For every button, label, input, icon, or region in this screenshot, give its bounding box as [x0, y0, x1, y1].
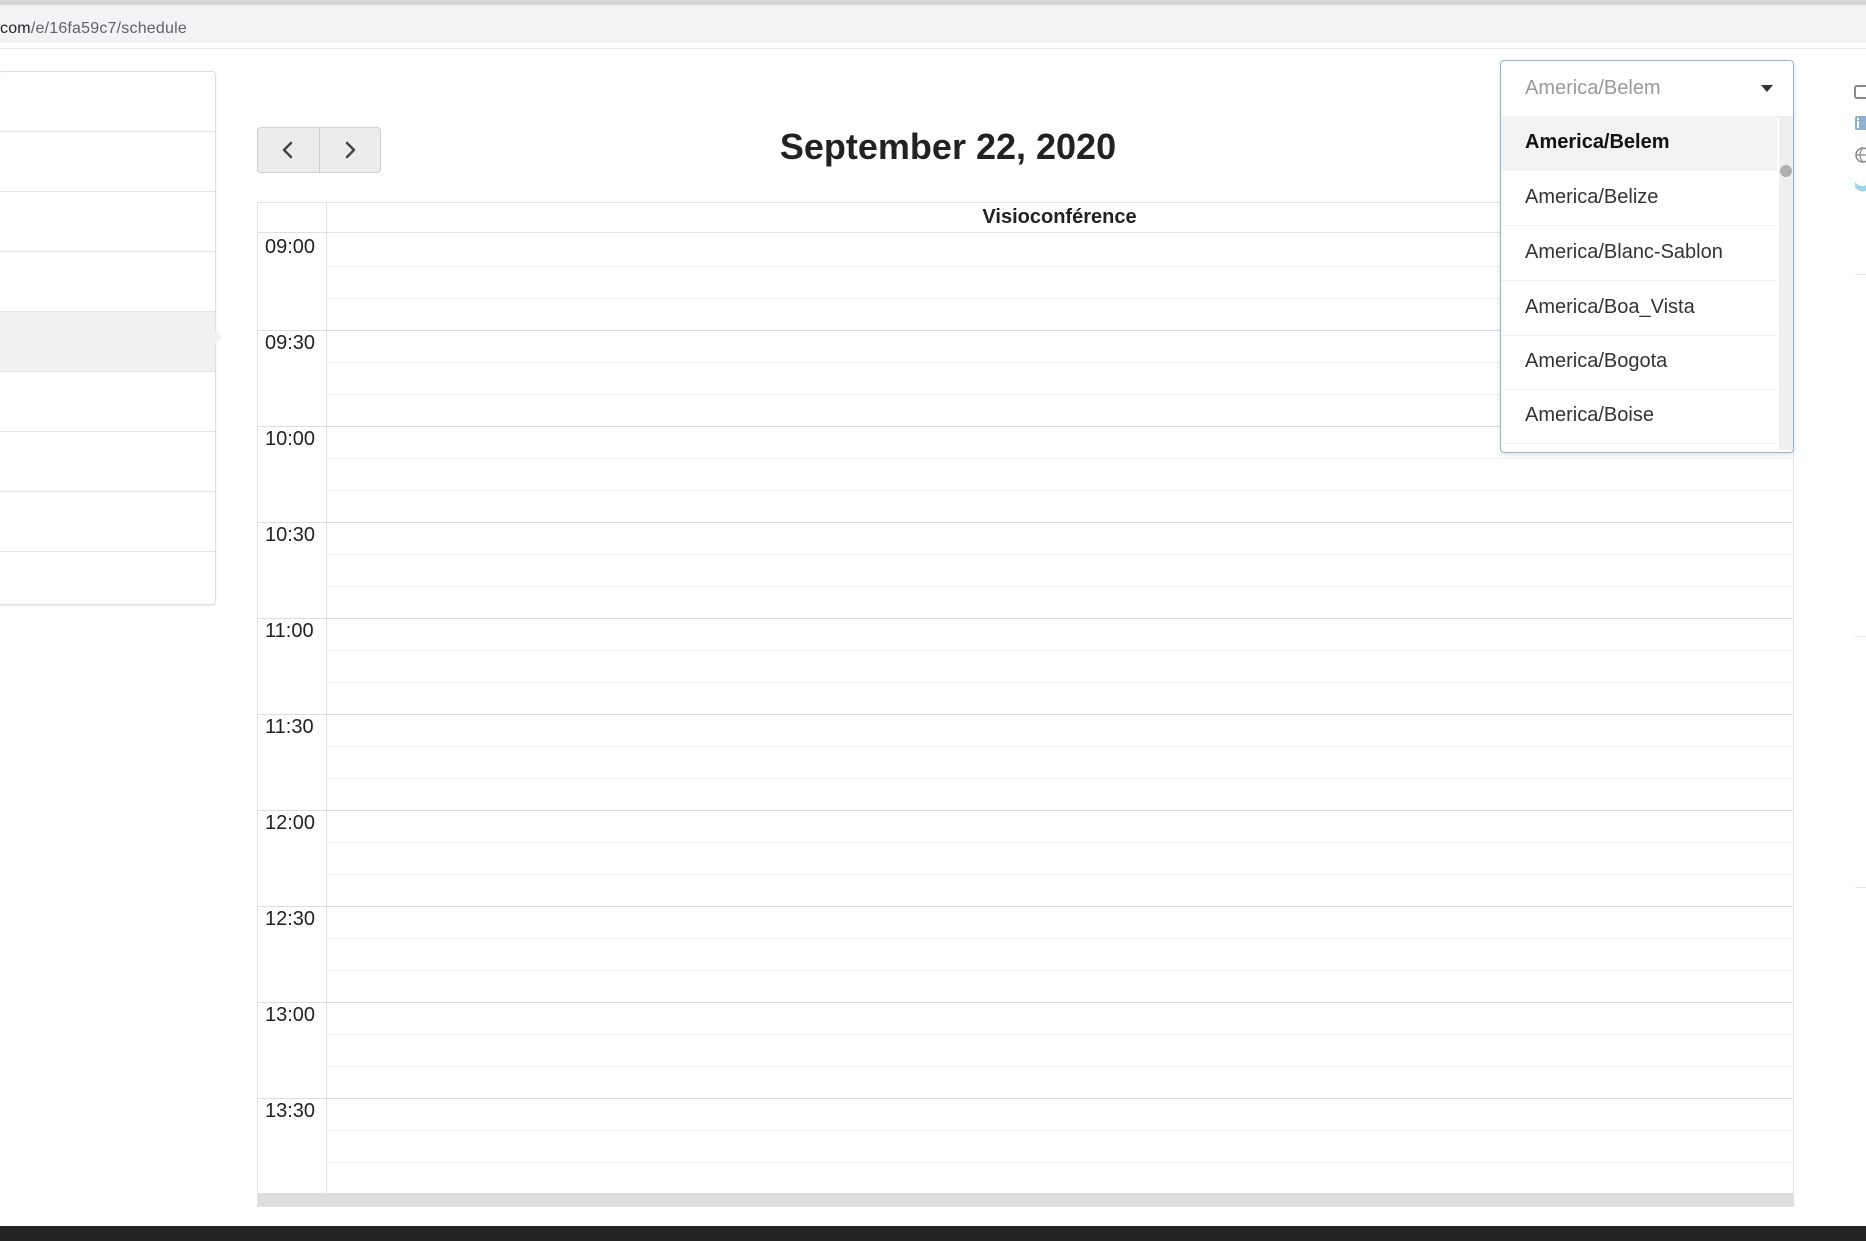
time-label: 10:00	[265, 428, 316, 450]
time-label: 12:00	[265, 812, 316, 834]
timezone-option[interactable]: America/Boise	[1501, 389, 1777, 444]
page-footer	[0, 1226, 1866, 1241]
page-title: September 22, 2020	[779, 126, 1117, 167]
timezone-option[interactable]: America/Boa_Vista	[1501, 281, 1777, 336]
list-item[interactable]	[0, 132, 215, 192]
timezone-scrollbar[interactable]	[1779, 116, 1793, 450]
list-item[interactable]	[0, 72, 215, 132]
time-label: 09:00	[265, 236, 316, 258]
timezone-option-label: America/Bogota	[1525, 350, 1668, 372]
active-item-pointer	[213, 329, 222, 347]
prev-day-button[interactable]	[258, 128, 319, 172]
day-navigation	[257, 127, 381, 173]
timezone-option[interactable]: America/Blanc-Sablon	[1501, 226, 1777, 281]
list-item[interactable]	[0, 432, 215, 492]
url-path: /e/16fa59c7/schedule	[30, 20, 187, 37]
side-divider	[1855, 274, 1866, 275]
slot-subdivider	[326, 1066, 1793, 1067]
timezone-option-label: America/Boa_Vista	[1525, 296, 1695, 318]
list-item[interactable]	[0, 192, 215, 252]
slot-divider	[258, 810, 1793, 811]
globe-icon[interactable]	[1854, 147, 1866, 163]
slot-subdivider	[326, 490, 1793, 491]
caret-down-icon	[1761, 85, 1773, 92]
camera-icon[interactable]	[1854, 84, 1866, 100]
horizontal-scrollbar[interactable]	[258, 1193, 1793, 1206]
slot-subdivider	[326, 842, 1793, 843]
timezone-option[interactable]: America/Belem	[1501, 116, 1777, 171]
slot-divider	[258, 714, 1793, 715]
chevron-right-icon	[345, 141, 355, 159]
chevron-left-icon	[283, 141, 293, 159]
slot-subdivider	[326, 682, 1793, 683]
slot-subdivider	[326, 874, 1793, 875]
slot-subdivider	[326, 1130, 1793, 1131]
timezone-option-label: America/Belem	[1525, 131, 1670, 153]
event-type-list	[0, 71, 222, 605]
timezone-dropdown[interactable]: America/Belem America/Belem America/Beli…	[1500, 60, 1794, 453]
timezone-options: America/Belem America/Belize America/Bla…	[1501, 116, 1777, 450]
list-item[interactable]	[0, 492, 215, 552]
slot-subdivider	[326, 458, 1793, 459]
timezone-option[interactable]: America/Bogota	[1501, 335, 1777, 390]
next-day-button[interactable]	[318, 128, 381, 172]
timezone-option-label: America/Blanc-Sablon	[1525, 241, 1723, 263]
timezone-option-label: America/Boise	[1525, 404, 1654, 426]
list-item[interactable]	[0, 252, 215, 312]
slot-divider	[258, 906, 1793, 907]
timezone-option[interactable]: America/Belize	[1501, 171, 1777, 226]
time-label: 11:00	[265, 620, 314, 642]
slot-subdivider	[326, 554, 1793, 555]
slot-subdivider	[326, 1034, 1793, 1035]
slot-subdivider	[326, 586, 1793, 587]
slot-divider	[258, 1002, 1793, 1003]
url-text[interactable]: com/e/16fa59c7/schedule	[0, 20, 187, 38]
slot-subdivider	[326, 650, 1793, 651]
address-bar-divider	[0, 48, 1866, 49]
slot-divider	[258, 522, 1793, 523]
time-label: 11:30	[265, 716, 314, 738]
time-label: 13:30	[265, 1100, 316, 1122]
slot-divider	[258, 1098, 1793, 1099]
scrollbar-thumb[interactable]	[1780, 165, 1792, 177]
slot-subdivider	[326, 1162, 1793, 1163]
slot-divider	[258, 618, 1793, 619]
slot-subdivider	[326, 778, 1793, 779]
timezone-current-value: America/Belem	[1525, 77, 1661, 99]
linkedin-icon[interactable]	[1854, 115, 1866, 131]
time-label: 12:30	[265, 908, 316, 930]
time-label: 09:30	[265, 332, 316, 354]
timezone-option-label: America/Belize	[1525, 186, 1659, 208]
side-divider	[1855, 636, 1866, 637]
time-label: 13:00	[265, 1004, 316, 1026]
timezone-select[interactable]: America/Belem	[1501, 61, 1793, 117]
twitter-icon[interactable]	[1854, 178, 1866, 194]
slot-subdivider	[326, 746, 1793, 747]
list-item[interactable]	[0, 372, 215, 432]
slot-subdivider	[326, 970, 1793, 971]
address-bar[interactable]: com/e/16fa59c7/schedule	[0, 5, 1866, 43]
slot-subdivider	[326, 938, 1793, 939]
side-divider	[1855, 887, 1866, 888]
list-item-active[interactable]	[0, 312, 215, 372]
time-axis-separator	[326, 203, 327, 1206]
time-label: 10:30	[265, 524, 316, 546]
url-host: com	[0, 20, 31, 37]
